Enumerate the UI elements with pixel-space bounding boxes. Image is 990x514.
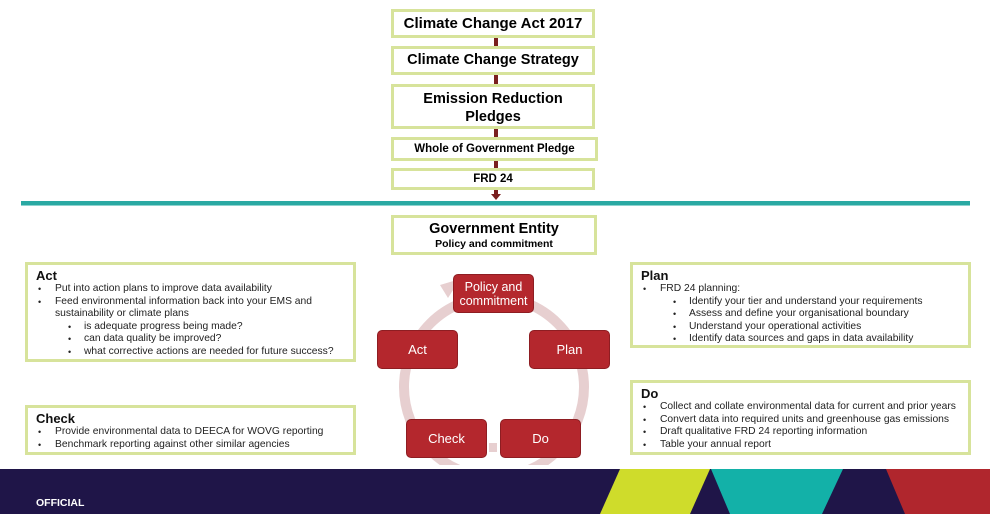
list-subitem: can data quality be improved? bbox=[36, 333, 345, 346]
cycle-step-do: Do bbox=[500, 419, 581, 458]
connector-line bbox=[494, 161, 498, 168]
footer-teal-shape bbox=[711, 469, 843, 514]
footer-decoration bbox=[600, 469, 990, 514]
list-item: Feed environmental information back into… bbox=[36, 296, 345, 321]
government-entity-box: Government Entity Policy and commitment bbox=[391, 215, 597, 255]
list-subitem: Understand your operational activities bbox=[641, 321, 960, 334]
wog-pledge-label: Whole of Government Pledge bbox=[414, 143, 575, 155]
government-entity-subtitle: Policy and commitment bbox=[435, 238, 553, 250]
list-subitem: Assess and define your organisational bo… bbox=[641, 308, 960, 321]
check-panel-list: Provide environmental data to DEECA for … bbox=[36, 426, 345, 451]
climate-change-strategy-label: Climate Change Strategy bbox=[407, 52, 579, 68]
pledges-label-line2: Pledges bbox=[465, 109, 521, 125]
cycle-do-label: Do bbox=[532, 430, 549, 446]
plan-panel-list: FRD 24 planning: Identify your tier and … bbox=[641, 283, 960, 346]
check-panel: Check Provide environmental data to DEEC… bbox=[25, 405, 356, 455]
cycle-step-check: Check bbox=[406, 419, 487, 458]
list-item: Draft qualitative FRD 24 reporting infor… bbox=[641, 426, 960, 439]
frd24-box: FRD 24 bbox=[391, 168, 595, 190]
climate-change-act-label: Climate Change Act 2017 bbox=[403, 15, 583, 32]
cycle-policy-line1: Policy and bbox=[464, 279, 523, 294]
list-item: FRD 24 planning: bbox=[641, 283, 960, 296]
footer-lime-shape bbox=[600, 469, 710, 514]
list-item: Table your annual report bbox=[641, 439, 960, 452]
classification-label: OFFICIAL bbox=[36, 497, 85, 509]
footer-bar: OFFICIAL bbox=[0, 469, 990, 514]
act-panel: Act Put into action plans to improve dat… bbox=[25, 262, 356, 362]
connector-line bbox=[494, 38, 498, 46]
arrow-down-icon bbox=[491, 194, 501, 200]
government-entity-title: Government Entity bbox=[429, 221, 559, 237]
cycle-gap-marker bbox=[489, 443, 497, 452]
connector-line bbox=[494, 129, 498, 137]
cycle-step-act: Act bbox=[377, 330, 458, 369]
cycle-policy-line2: commitment bbox=[459, 293, 528, 308]
cycle-step-policy: Policy and commitment bbox=[453, 274, 534, 313]
do-panel-list: Collect and collate environmental data f… bbox=[641, 401, 960, 451]
list-item: Convert data into required units and gre… bbox=[641, 414, 960, 427]
do-panel-title: Do bbox=[641, 386, 659, 401]
list-subitem: what corrective actions are needed for f… bbox=[36, 346, 345, 359]
cycle-step-plan: Plan bbox=[529, 330, 610, 369]
check-panel-title: Check bbox=[36, 411, 76, 426]
list-subitem: Identify data sources and gaps in data a… bbox=[641, 333, 960, 346]
climate-change-act-box: Climate Change Act 2017 bbox=[391, 9, 595, 38]
list-subitem: Identify your tier and understand your r… bbox=[641, 296, 960, 309]
emission-reduction-pledges-box: Emission Reduction Pledges bbox=[391, 84, 595, 129]
frd24-label: FRD 24 bbox=[473, 173, 513, 185]
climate-change-strategy-box: Climate Change Strategy bbox=[391, 46, 595, 75]
pledges-label-line1: Emission Reduction bbox=[423, 91, 563, 107]
plan-panel-title: Plan bbox=[641, 268, 669, 283]
separator-line bbox=[21, 201, 970, 205]
whole-of-government-pledge-box: Whole of Government Pledge bbox=[391, 137, 598, 161]
list-subitem: is adequate progress being made? bbox=[36, 321, 345, 334]
cycle-plan-label: Plan bbox=[556, 341, 583, 357]
list-item: Put into action plans to improve data av… bbox=[36, 283, 345, 296]
do-panel: Do Collect and collate environmental dat… bbox=[630, 380, 971, 455]
footer-red-shape bbox=[886, 469, 990, 514]
list-item: Provide environmental data to DEECA for … bbox=[36, 426, 345, 439]
cycle-act-label: Act bbox=[408, 341, 427, 357]
act-panel-list: Put into action plans to improve data av… bbox=[36, 283, 345, 359]
act-panel-title: Act bbox=[36, 268, 57, 283]
plan-panel: Plan FRD 24 planning: Identify your tier… bbox=[630, 262, 971, 348]
list-item: Benchmark reporting against other simila… bbox=[36, 439, 345, 452]
cycle-check-label: Check bbox=[428, 430, 465, 446]
connector-line bbox=[494, 75, 498, 84]
list-item: Collect and collate environmental data f… bbox=[641, 401, 960, 414]
